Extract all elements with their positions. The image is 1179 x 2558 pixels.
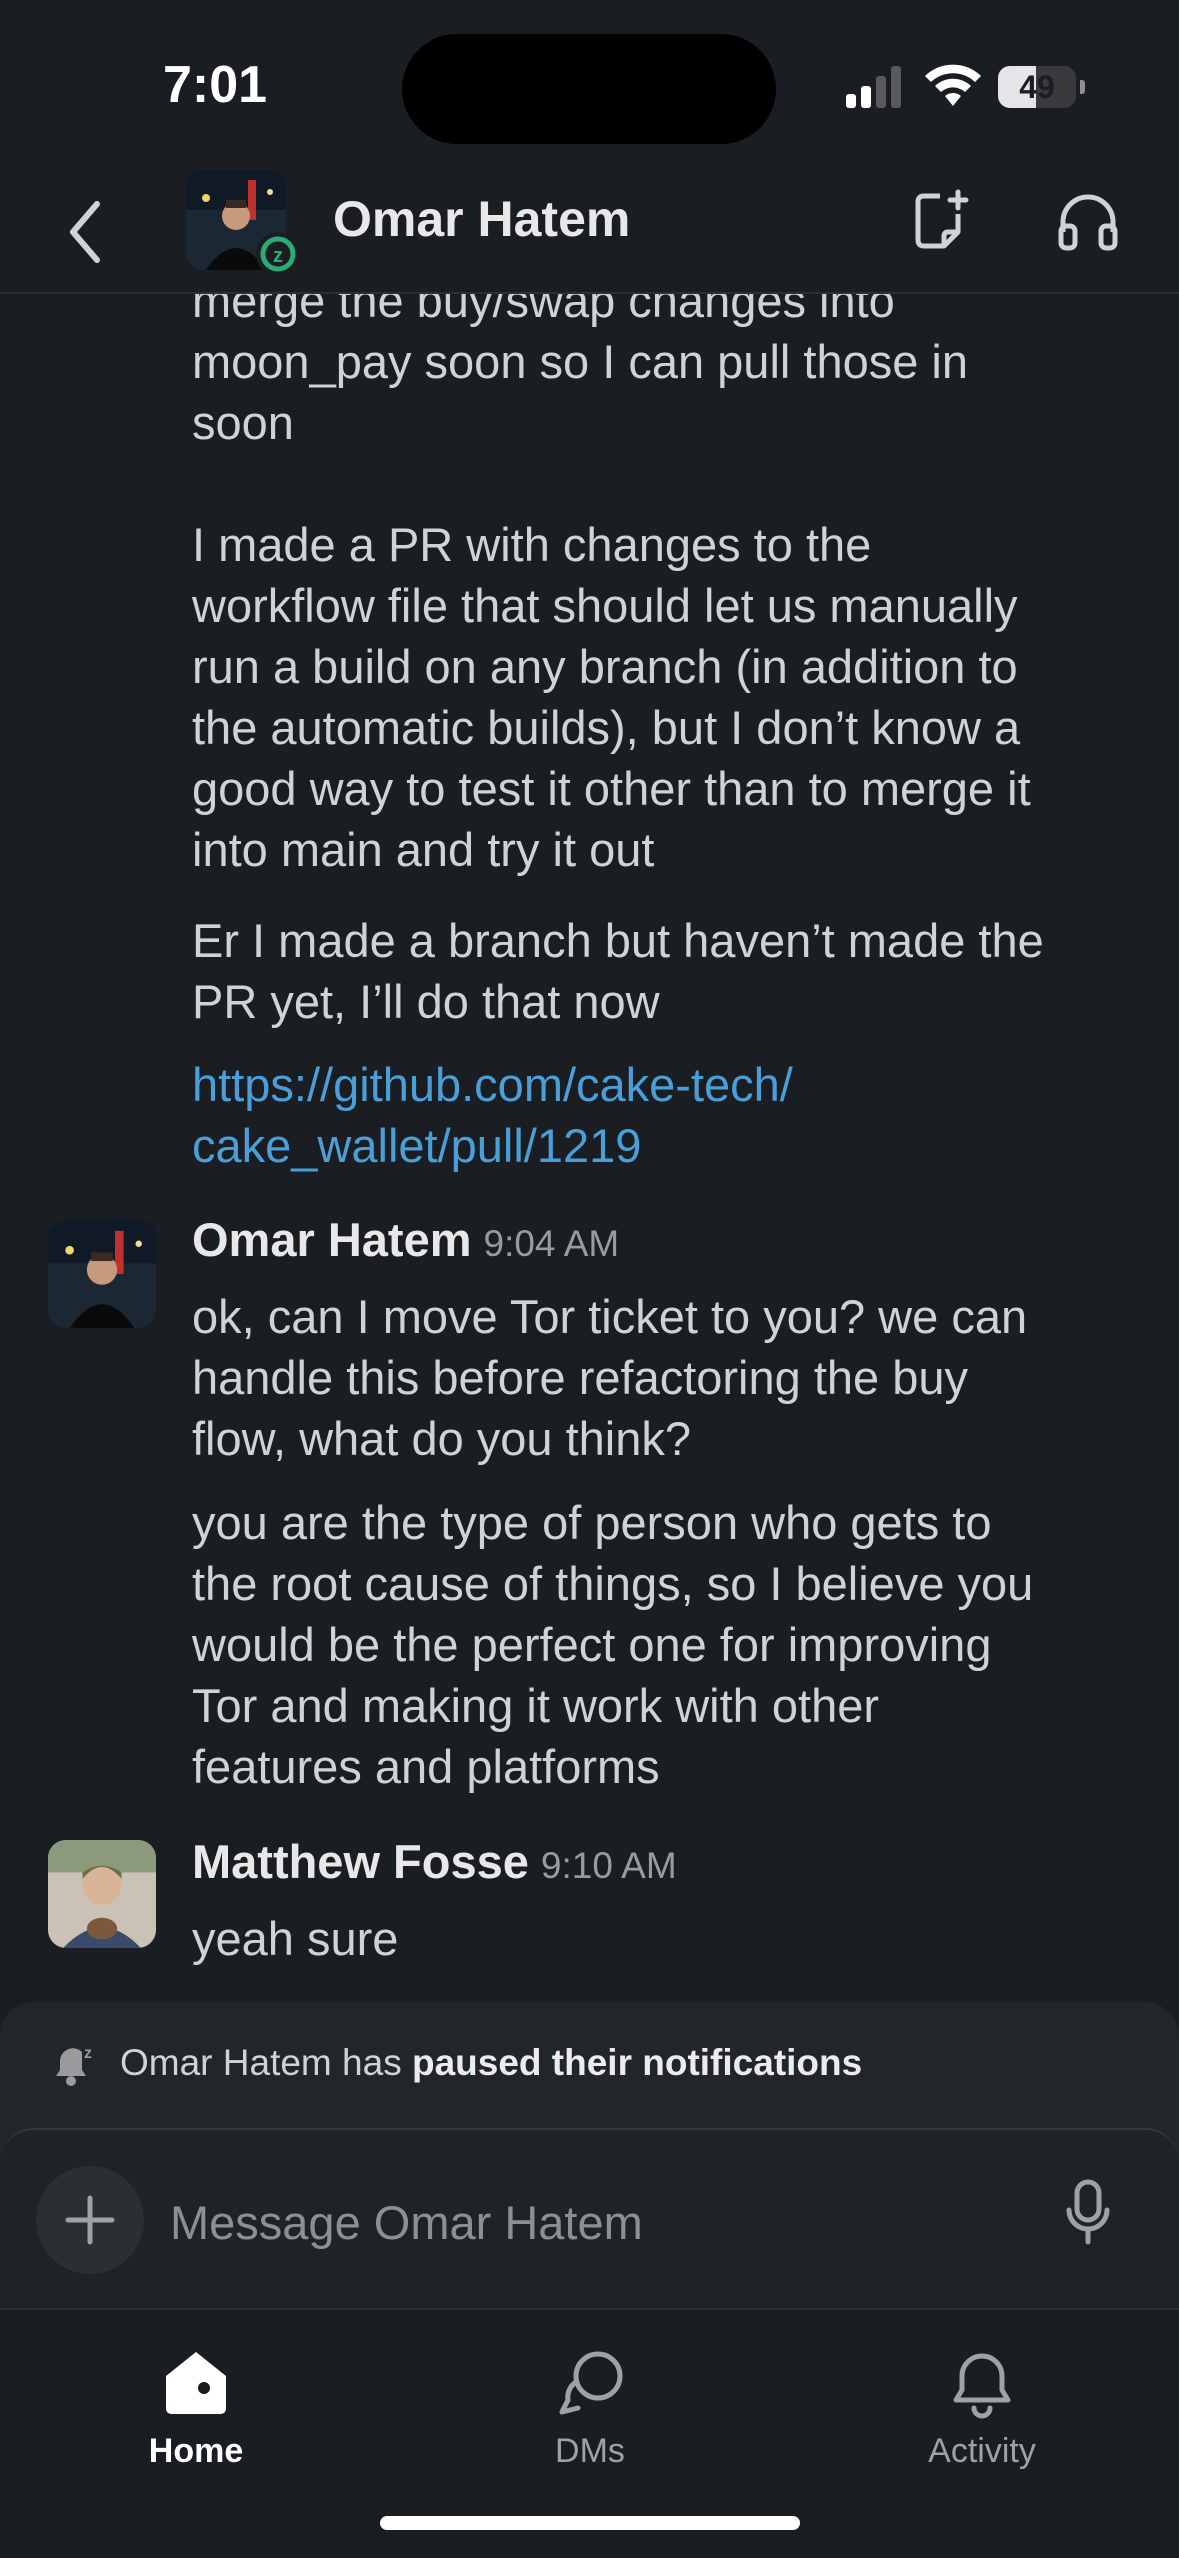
notice-bold: paused their notifications — [411, 2042, 863, 2083]
notice-prefix: Omar Hatem has — [120, 2042, 412, 2083]
message-text: yeah sure — [192, 1912, 399, 1965]
message-header: Matthew Fosse 9:10 AM — [192, 1834, 677, 1889]
message-timestamp: 9:10 AM — [540, 1845, 677, 1886]
message-timestamp: 9:04 AM — [483, 1223, 620, 1264]
add-attachment-button[interactable] — [36, 2166, 144, 2274]
status-bar: 7:01 49 — [0, 0, 1179, 170]
avatar[interactable] — [48, 1840, 156, 1948]
sender-name[interactable]: Omar Hatem — [192, 1213, 472, 1266]
bell-snooze-icon: z — [56, 2045, 92, 2086]
message-input[interactable] — [168, 2186, 1032, 2258]
tab-label: Home — [148, 2432, 244, 2470]
message-composer — [0, 2128, 1179, 2310]
message-text: you are the type of person who gets to t… — [192, 1496, 1034, 1793]
bell-icon — [953, 2353, 1011, 2419]
tab-dms[interactable]: DMs — [470, 2310, 710, 2480]
away-status-badge: z — [256, 232, 300, 276]
message-text: ok, can I move Tor ticket to you? we can… — [192, 1290, 1028, 1465]
battery-icon: 49 — [998, 66, 1076, 108]
svg-text:z: z — [84, 2045, 92, 2062]
message-text: Er I made a branch but haven’t made the … — [192, 914, 1044, 1028]
cellular-signal-icon — [846, 66, 901, 108]
back-chevron-icon[interactable] — [55, 192, 115, 272]
status-time: 7:01 — [163, 56, 268, 114]
notifications-paused-banner: z Omar Hatem has paused their notificati… — [0, 2002, 1179, 2128]
conversation-header: z Omar Hatem — [0, 170, 1179, 294]
home-indicator[interactable] — [380, 2516, 800, 2530]
dynamic-island — [402, 34, 776, 144]
home-icon — [166, 2352, 226, 2414]
avatar[interactable] — [48, 1220, 156, 1328]
dms-icon — [559, 2351, 623, 2415]
plus-icon — [65, 2195, 115, 2245]
message-text: merge the buy/swap changes into moon_pay… — [192, 292, 1031, 876]
message-link[interactable]: https://github.com/cake-tech/ cake_walle… — [192, 1054, 1122, 1176]
battery-tip — [1080, 80, 1085, 94]
canvas-icon[interactable] — [908, 188, 974, 254]
wifi-icon — [925, 64, 981, 106]
message-list[interactable]: merge the buy/swap changes into moon_pay… — [0, 292, 1179, 2002]
composer-area: z Omar Hatem has paused their notificati… — [0, 2002, 1179, 2310]
tab-home[interactable]: Home — [76, 2310, 316, 2480]
tab-label: DMs — [555, 2432, 625, 2470]
headphones-icon[interactable] — [1055, 188, 1121, 254]
sender-name[interactable]: Matthew Fosse — [192, 1835, 529, 1888]
battery-percent: 49 — [1019, 69, 1055, 105]
tab-activity[interactable]: Activity — [862, 2310, 1102, 2480]
conversation-title[interactable]: Omar Hatem — [333, 190, 630, 248]
tab-label: Activity — [928, 2432, 1036, 2470]
svg-text:z: z — [273, 245, 283, 267]
microphone-icon[interactable] — [1063, 2178, 1113, 2248]
message-header: Omar Hatem 9:04 AM — [192, 1212, 619, 1267]
notice-text: Omar Hatem has paused their notification… — [120, 2042, 862, 2084]
